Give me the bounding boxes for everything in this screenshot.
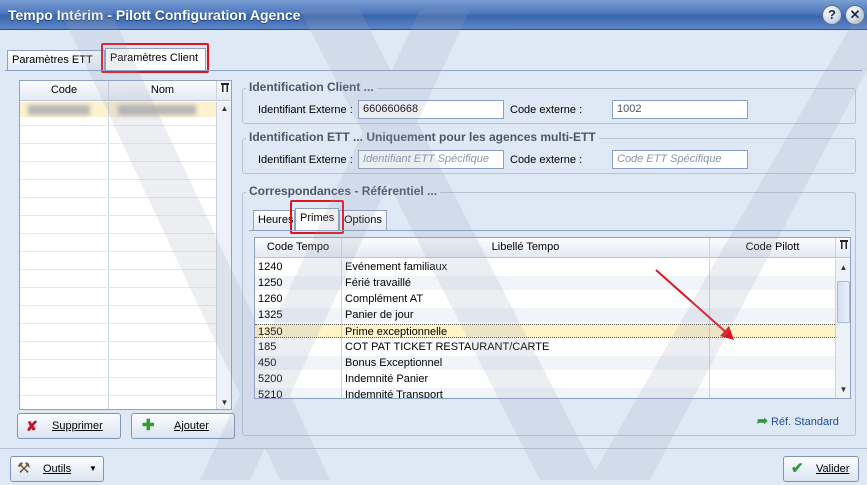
row-line [20, 377, 216, 378]
ref-standard-label: Réf. Standard [770, 416, 839, 428]
row-line [20, 179, 216, 180]
delete-x-icon: ✘ [26, 418, 38, 434]
row-line [20, 233, 216, 234]
ident-client-ext-id-input[interactable]: 660660668 [358, 100, 504, 119]
cell-code: 1350 [258, 326, 283, 338]
column-divider [341, 259, 342, 398]
col-header-nom[interactable]: Nom [108, 81, 216, 101]
column-chooser-icon[interactable] [216, 81, 231, 101]
cell-code: 1250 [258, 277, 283, 289]
client-grid[interactable]: Code Nom ▲ ▼ [19, 80, 232, 410]
row-line [20, 215, 216, 216]
tab-parametres-client[interactable]: Paramètres Client [105, 48, 206, 70]
title-bar: Tempo Intérim - Pilott Configuration Age… [0, 0, 867, 30]
cell-libelle: Bonus Exceptionnel [345, 357, 443, 369]
bottom-divider [0, 448, 867, 449]
scroll-up-icon[interactable]: ▲ [836, 261, 850, 275]
scroll-up-icon[interactable]: ▲ [217, 102, 231, 116]
primes-grid-scrollbar[interactable]: ▲ ▼ [835, 259, 850, 398]
ident-client-title: Identification Client ... [246, 80, 377, 94]
row-line [20, 305, 216, 306]
cell-code: 5210 [258, 389, 283, 399]
ident-client-code-label: Code externe : [510, 104, 583, 116]
cell-code: 1325 [258, 309, 283, 321]
cell-libelle: Indemnité Panier [345, 373, 429, 385]
checkmark-icon: ✔ [791, 460, 804, 477]
column-divider [108, 102, 109, 409]
supprimer-button[interactable]: ✘ Supprimer [17, 413, 121, 439]
table-row[interactable]: 450 Bonus Exceptionnel [255, 356, 835, 370]
cell-code: 5200 [258, 373, 283, 385]
ident-client-code-input[interactable]: 1002 [612, 100, 748, 119]
ident-ett-code-label: Code externe : [510, 154, 583, 166]
cell-code: 450 [258, 357, 277, 369]
row-line [20, 359, 216, 360]
ajouter-button[interactable]: ✚ Ajouter [131, 413, 235, 439]
col-header-code[interactable]: Code [20, 81, 108, 101]
ident-client-ext-id-label: Identifiant Externe : [258, 104, 353, 116]
help-button[interactable]: ? [822, 5, 842, 25]
row-line [20, 125, 216, 126]
primes-grid[interactable]: Code Tempo Libellé Tempo Code Pilott 124… [254, 237, 851, 399]
tab-primes[interactable]: Primes [295, 208, 339, 230]
cell-code: 1240 [258, 261, 283, 273]
green-arrow-icon: ➦ [757, 413, 768, 428]
valider-label: Valider [816, 463, 850, 475]
col-header-code-tempo[interactable]: Code Tempo [255, 238, 341, 258]
dropdown-arrow-icon: ▼ [89, 464, 97, 473]
tools-icon: ⚒ [17, 460, 31, 477]
cell-libelle: Indemnité Transport [345, 389, 443, 399]
add-plus-icon: ✚ [142, 417, 155, 434]
cell-libelle: Evénement familiaux [345, 261, 448, 273]
table-row-selected[interactable] [20, 102, 216, 117]
window-title: Tempo Intérim - Pilott Configuration Age… [8, 7, 301, 23]
scroll-down-icon[interactable]: ▼ [836, 383, 850, 397]
row-line [20, 161, 216, 162]
cell-code: 185 [258, 341, 277, 353]
row-line [20, 395, 216, 396]
cell-libelle: Férié travaillé [345, 277, 412, 289]
cell-libelle: Complément AT [345, 293, 424, 305]
ident-ett-ext-id-input[interactable]: Identifiant ETT Spécifique [358, 150, 504, 169]
table-row[interactable]: 5200 Indemnité Panier [255, 372, 835, 386]
ident-ett-title: Identification ETT ... Uniquement pour l… [246, 130, 599, 144]
cell-code: 1260 [258, 293, 283, 305]
supprimer-label: Supprimer [52, 420, 103, 432]
ref-standard-link[interactable]: ➦ Réf. Standard [757, 413, 839, 429]
cell-libelle: COT PAT TICKET RESTAURANT/CARTE [345, 341, 550, 353]
scrollbar-thumb[interactable] [837, 281, 850, 323]
outils-label: Outils [43, 463, 72, 475]
row-line [20, 287, 216, 288]
close-button[interactable]: ✕ [845, 5, 865, 25]
correspondances-title: Correspondances - Référentiel ... [246, 184, 441, 198]
tab-heures[interactable]: Heures [253, 210, 295, 230]
outils-button[interactable]: ⚒ Outils ▼ [10, 456, 104, 482]
ident-ett-ext-id-label: Identifiant Externe : [258, 154, 353, 166]
ident-ett-code-input[interactable]: Code ETT Spécifique [612, 150, 748, 169]
subtab-strip-line [249, 230, 850, 231]
cell-libelle: Panier de jour [345, 309, 414, 321]
table-row[interactable]: 5210 Indemnité Transport [255, 388, 835, 399]
redacted-name [118, 105, 196, 115]
row-line [20, 323, 216, 324]
annotation-arrow-icon [655, 269, 734, 340]
row-line [20, 197, 216, 198]
ajouter-label: Ajouter [174, 420, 209, 432]
row-line [20, 341, 216, 342]
scroll-down-icon[interactable]: ▼ [217, 396, 231, 409]
client-grid-scrollbar[interactable]: ▲ ▼ [216, 102, 231, 409]
redacted-code [28, 105, 90, 115]
cell-libelle: Prime exceptionnelle [345, 326, 448, 338]
column-chooser-icon[interactable] [835, 238, 850, 258]
row-line [20, 269, 216, 270]
row-line [20, 143, 216, 144]
valider-button[interactable]: ✔ Valider [783, 456, 859, 482]
tab-strip-line [5, 70, 862, 71]
col-header-libelle-tempo[interactable]: Libellé Tempo [341, 238, 709, 258]
tab-options[interactable]: Options [339, 210, 387, 230]
tab-parametres-ett[interactable]: Paramètres ETT [7, 50, 105, 70]
row-line [20, 251, 216, 252]
col-header-code-pilott[interactable]: Code Pilott [709, 238, 835, 258]
